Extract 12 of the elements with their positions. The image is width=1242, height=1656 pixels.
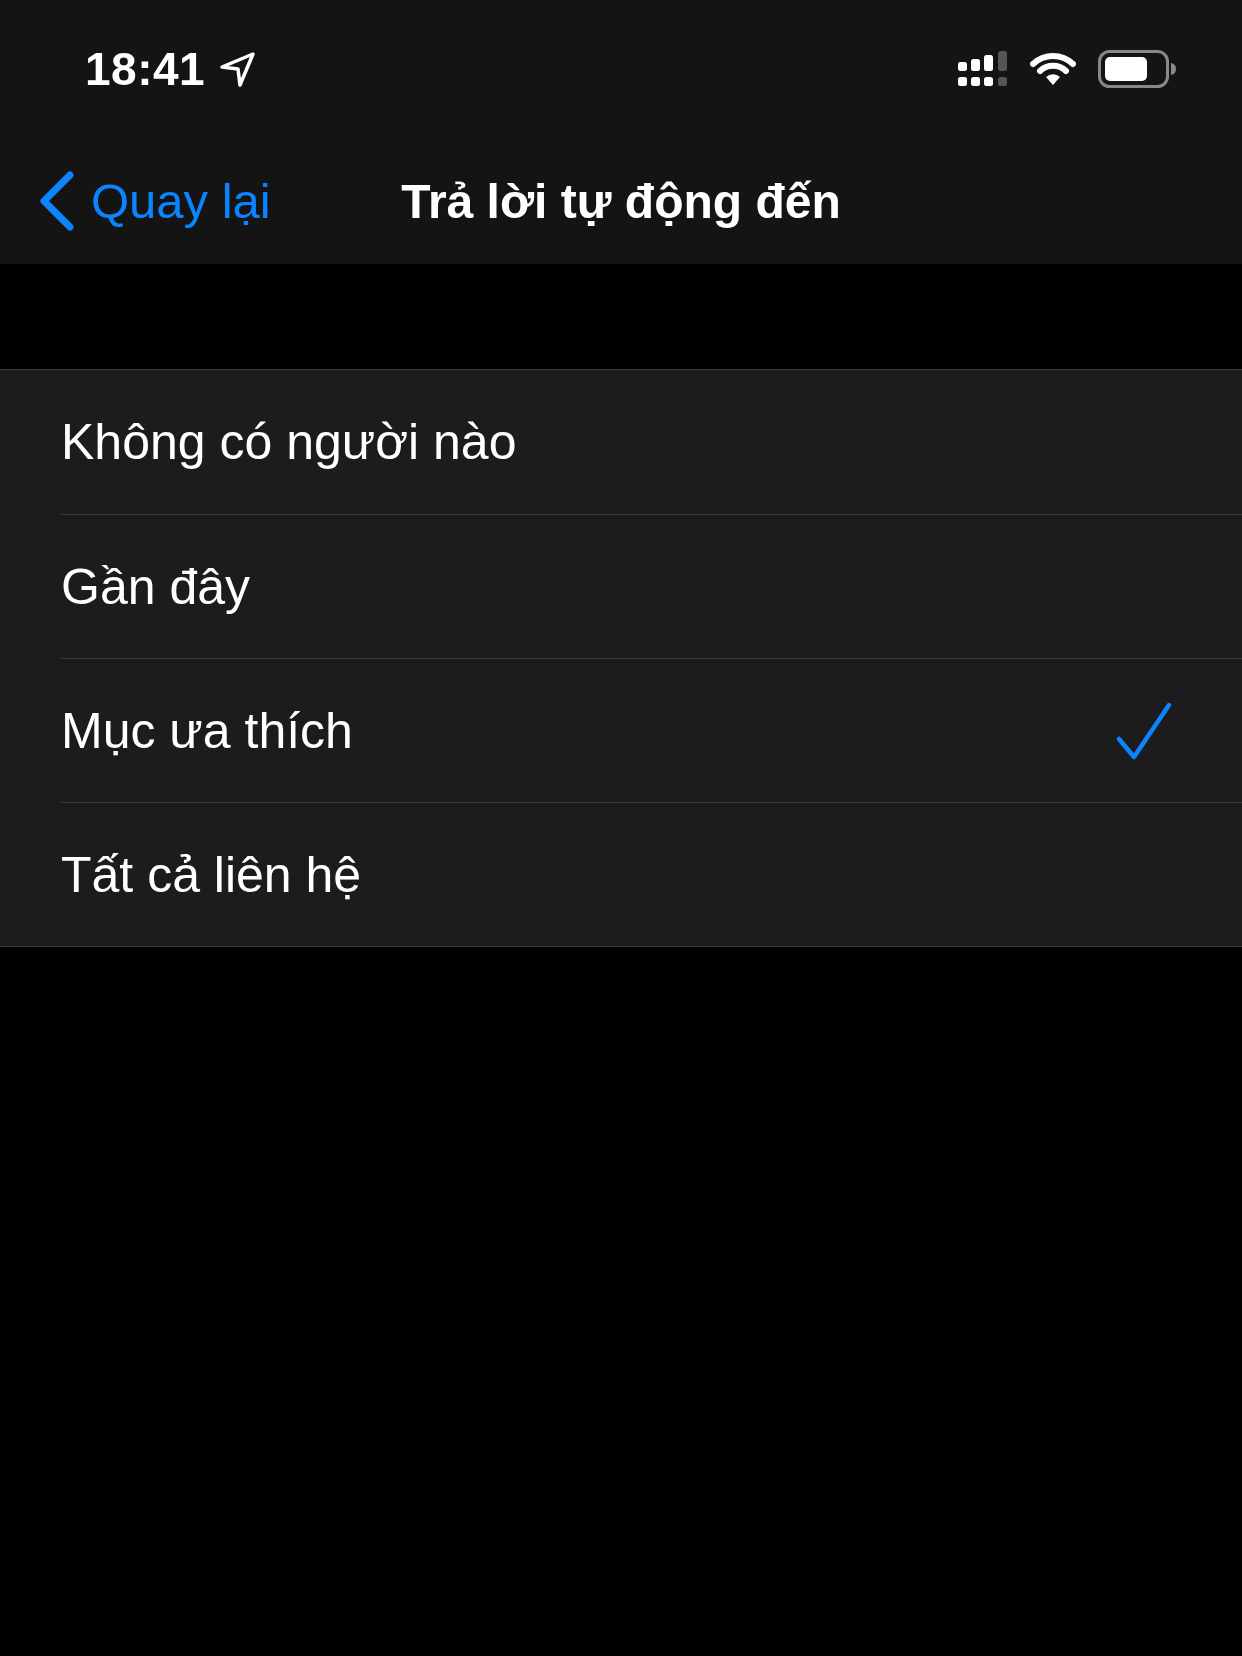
location-arrow-icon bbox=[219, 50, 257, 88]
option-row[interactable]: Mục ưa thích bbox=[61, 658, 1242, 802]
status-time: 18:41 bbox=[85, 42, 206, 96]
option-row[interactable]: Gần đây bbox=[61, 514, 1242, 658]
chevron-left-icon bbox=[38, 170, 75, 232]
page-title: Trả lời tự động đến bbox=[401, 173, 841, 229]
battery-icon bbox=[1098, 50, 1176, 88]
wifi-icon bbox=[1030, 52, 1076, 86]
back-button[interactable]: Quay lại bbox=[38, 170, 271, 232]
option-row[interactable]: Không có người nào bbox=[61, 370, 1242, 514]
option-row[interactable]: Tất cả liên hệ bbox=[61, 802, 1242, 946]
signal-icon bbox=[958, 51, 1008, 87]
